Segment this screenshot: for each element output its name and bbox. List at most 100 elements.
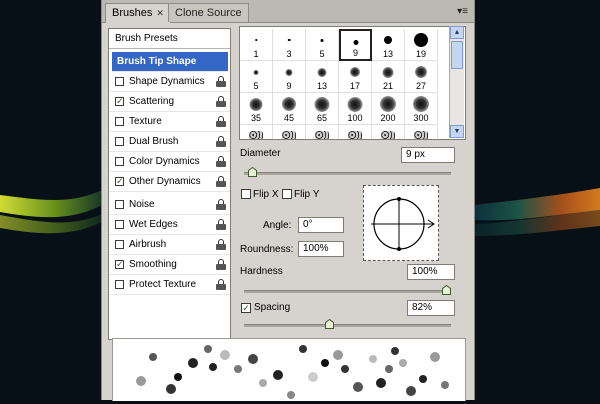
setting-label: Smoothing xyxy=(129,259,177,270)
setting-checkbox[interactable]: ✓ xyxy=(115,97,124,106)
brush-preset[interactable] xyxy=(273,125,306,139)
setting-row[interactable]: Shape Dynamics xyxy=(109,72,230,92)
brush-preset[interactable]: 13 xyxy=(306,61,339,93)
scroll-thumb[interactable] xyxy=(451,41,463,69)
brush-tip-icon xyxy=(282,97,296,111)
lock-icon[interactable] xyxy=(216,156,226,167)
setting-checkbox[interactable] xyxy=(115,137,124,146)
setting-row[interactable]: ✓ Scattering xyxy=(109,92,230,112)
brush-size-label: 100 xyxy=(347,113,363,123)
brush-tip-shape-item[interactable]: Brush Tip Shape xyxy=(112,52,228,72)
tab-brushes-label: Brushes xyxy=(112,7,153,19)
brush-preset[interactable]: 27 xyxy=(405,61,438,93)
setting-row[interactable]: Wet Edges xyxy=(109,215,230,235)
setting-checkbox[interactable]: ✓ xyxy=(115,177,124,186)
spacing-field[interactable]: 82% xyxy=(407,300,455,316)
setting-label: Airbrush xyxy=(129,239,167,250)
angle-roundness-widget[interactable] xyxy=(363,185,439,261)
brush-preset[interactable]: 300 xyxy=(405,93,438,125)
brush-preset[interactable]: 1 xyxy=(240,29,273,61)
setting-label: Shape Dynamics xyxy=(129,76,205,87)
brush-preset-grid: 1 3 5 9 13 19 5 9 13 17 21 27 35 45 65 100 200 300 xyxy=(239,26,466,140)
lock-icon[interactable] xyxy=(216,279,226,290)
setting-row[interactable]: ✓ Smoothing xyxy=(109,255,230,275)
diameter-slider[interactable] xyxy=(244,172,451,175)
flip-y-checkbox[interactable] xyxy=(282,189,292,199)
brush-preset[interactable]: 13 xyxy=(372,29,405,61)
brush-size-label: 300 xyxy=(413,113,429,123)
setting-row[interactable]: Noise xyxy=(109,195,230,215)
setting-row[interactable]: ✓ Other Dynamics xyxy=(109,172,230,192)
hardness-slider-thumb[interactable] xyxy=(442,285,451,295)
brush-preset[interactable]: 9 xyxy=(273,61,306,93)
brush-preset[interactable]: 100 xyxy=(339,93,372,125)
flip-y-label: Flip Y xyxy=(294,189,320,200)
setting-checkbox[interactable] xyxy=(115,117,124,126)
brush-preset[interactable]: 45 xyxy=(273,93,306,125)
setting-row[interactable]: Texture xyxy=(109,112,230,132)
flip-x-checkbox[interactable] xyxy=(241,189,251,199)
hardness-slider[interactable] xyxy=(244,290,451,293)
brush-tip-icon xyxy=(249,97,263,111)
setting-checkbox[interactable]: ✓ xyxy=(115,260,124,269)
lock-icon[interactable] xyxy=(216,259,226,270)
setting-checkbox[interactable] xyxy=(115,220,124,229)
setting-checkbox[interactable] xyxy=(115,157,124,166)
setting-row[interactable]: Color Dynamics xyxy=(109,152,230,172)
brush-preset[interactable]: 19 xyxy=(405,29,438,61)
lock-icon[interactable] xyxy=(216,219,226,230)
brush-preset[interactable] xyxy=(372,125,405,139)
setting-label: Dual Brush xyxy=(129,136,179,147)
brush-tip-icon xyxy=(320,38,324,42)
lock-icon[interactable] xyxy=(216,176,226,187)
spacing-label: Spacing xyxy=(254,302,291,313)
close-x-icon[interactable]: ✕ xyxy=(156,8,164,18)
brush-preset[interactable]: 9 xyxy=(339,29,372,61)
brush-preset[interactable]: 5 xyxy=(240,61,273,93)
brush-presets-item[interactable]: Brush Presets xyxy=(109,29,230,49)
scroll-up-icon[interactable]: ▲ xyxy=(450,26,464,39)
brush-preset[interactable] xyxy=(339,125,372,139)
brush-tip-icon xyxy=(253,69,259,75)
spacing-slider[interactable] xyxy=(244,324,451,327)
diameter-slider-thumb[interactable] xyxy=(247,167,257,177)
lock-icon[interactable] xyxy=(216,116,226,127)
brush-preset[interactable] xyxy=(240,125,273,139)
setting-checkbox[interactable] xyxy=(115,77,124,86)
brush-preset[interactable]: 3 xyxy=(273,29,306,61)
diameter-label: Diameter xyxy=(240,148,281,159)
preset-scrollbar[interactable]: ▲ ▼ xyxy=(449,26,464,138)
lock-icon[interactable] xyxy=(216,239,226,250)
tab-clone-source[interactable]: Clone Source xyxy=(168,3,249,22)
brush-preset[interactable] xyxy=(405,125,438,139)
brush-preset[interactable]: 200 xyxy=(372,93,405,125)
tab-brushes[interactable]: Brushes ✕ xyxy=(105,3,171,23)
brushes-panel: Brushes ✕ Clone Source ▾≡ Brush Presets B… xyxy=(101,0,475,401)
setting-row[interactable]: Dual Brush xyxy=(109,132,230,152)
brush-preset[interactable] xyxy=(306,125,339,139)
lock-icon[interactable] xyxy=(216,96,226,107)
setting-checkbox[interactable] xyxy=(115,280,124,289)
spacing-slider-thumb[interactable] xyxy=(325,319,335,329)
brush-preset[interactable]: 5 xyxy=(306,29,339,61)
setting-row[interactable]: Protect Texture xyxy=(109,275,230,295)
roundness-field[interactable]: 100% xyxy=(298,241,344,257)
diameter-field[interactable]: 9 px xyxy=(401,147,455,163)
brush-preset[interactable]: 65 xyxy=(306,93,339,125)
scroll-down-icon[interactable]: ▼ xyxy=(450,125,464,138)
panel-menu-icon[interactable]: ▾≡ xyxy=(457,6,468,17)
brush-size-label: 35 xyxy=(250,113,261,123)
brush-preset[interactable]: 21 xyxy=(372,61,405,93)
hardness-field[interactable]: 100% xyxy=(407,264,455,280)
lock-icon[interactable] xyxy=(216,76,226,87)
setting-checkbox[interactable] xyxy=(115,200,124,209)
spacing-checkbox[interactable]: ✓ xyxy=(241,303,251,313)
setting-checkbox[interactable] xyxy=(115,240,124,249)
brush-preset[interactable]: 35 xyxy=(240,93,273,125)
angle-field[interactable]: 0° xyxy=(298,217,344,233)
brush-preset[interactable]: 17 xyxy=(339,61,372,93)
brush-tip-icon xyxy=(285,68,293,76)
lock-icon[interactable] xyxy=(216,136,226,147)
setting-row[interactable]: Airbrush xyxy=(109,235,230,255)
lock-icon[interactable] xyxy=(216,199,226,210)
